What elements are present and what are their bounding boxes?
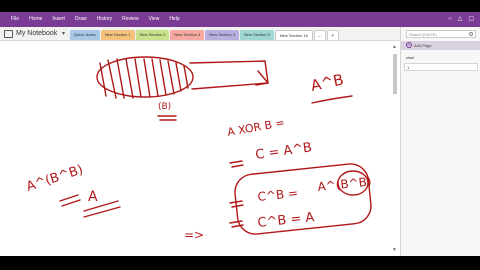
handwriting-left-expr: A^(B^B) [25,162,85,194]
share-icon[interactable]: △ [458,15,463,24]
equals-mark [59,194,81,207]
menu-view[interactable]: View [144,15,165,24]
tab-new-section-2[interactable]: New Section 2 [135,30,170,40]
menu-draw[interactable]: Draw [70,15,92,24]
page-list-pane: Search (Ctrl+E) + Add Page xlasf 1 [400,27,480,256]
hatched-oval [96,56,269,99]
chevron-down-icon[interactable]: ▾ [62,29,65,39]
handwriting-bottom-mark: => [184,228,204,242]
fullscreen-icon[interactable]: ▢ [468,15,474,24]
handwriting-below-oval: (B) [158,102,171,112]
scroll-down-icon[interactable]: ▼ [392,247,397,253]
scroll-up-icon[interactable]: ▲ [392,44,397,50]
handwriting-top-right: A^B [309,70,345,94]
more-sections-button[interactable]: ... [313,30,326,40]
ribbon-bar: File Home Insert Draw History Review Vie… [0,12,480,27]
tab-new-section-4[interactable]: New Section 4 [205,30,239,40]
underline-mark [311,95,353,104]
handwriting-axor: A XOR B = [226,116,285,139]
tab-new-section-18[interactable]: New Section 18 [274,30,313,40]
menu-file[interactable]: File [6,15,24,24]
underline-mark [157,115,177,121]
ribbon-icons: ○ △ ▢ [448,15,474,24]
scrollbar-thumb[interactable] [393,54,397,94]
handwriting-c-line1: C = A^B [254,140,312,163]
lightbulb-icon[interactable]: ○ [448,15,452,24]
menu-help[interactable]: Help [164,15,184,24]
add-page-button[interactable]: + Add Page [401,41,480,50]
section-tabs: Quick Notes New Section 1 New Section 2 … [70,30,339,40]
menu-home[interactable]: Home [24,15,47,24]
tab-new-section-1[interactable]: New Section 1 [100,30,135,40]
onenote-window: File Home Insert Draw History Review Vie… [0,12,480,256]
add-page-label: Add Page [414,43,432,48]
page-item-selected[interactable]: 1 [404,63,478,71]
menu-history[interactable]: History [92,15,118,24]
tab-new-section-3[interactable]: New Section 3 [170,30,205,40]
search-input[interactable]: Search (Ctrl+E) [406,30,476,38]
page-item[interactable]: xlasf [404,54,478,62]
handwritten-ink: (B) A^B A XOR B = A^(B^B) A C = A^B C^B … [25,56,372,242]
plus-icon: + [406,42,412,48]
handwriting-left-result: A [88,189,98,205]
handwriting-c-line3: C^B = A [257,210,315,231]
letterbox-top [0,0,480,12]
add-section-button[interactable]: + [326,30,339,40]
arrow-mark [229,160,244,168]
tab-quick-notes[interactable]: Quick Notes [70,30,100,40]
menu-bar: File Home Insert Draw History Review Vie… [6,15,185,24]
notebook-title[interactable]: My Notebook [16,29,57,39]
letterbox-bottom [0,256,480,270]
menu-insert[interactable]: Insert [47,15,70,24]
handwriting-c-line2-lhs: C^B = [257,186,299,204]
note-canvas[interactable]: (B) A^B A XOR B = A^(B^B) A C = A^B C^B … [0,41,399,256]
search-icon[interactable] [469,32,473,36]
notebook-icon [4,30,13,38]
tab-new-section-5[interactable]: New Section 5 [239,30,274,40]
menu-review[interactable]: Review [117,15,143,24]
